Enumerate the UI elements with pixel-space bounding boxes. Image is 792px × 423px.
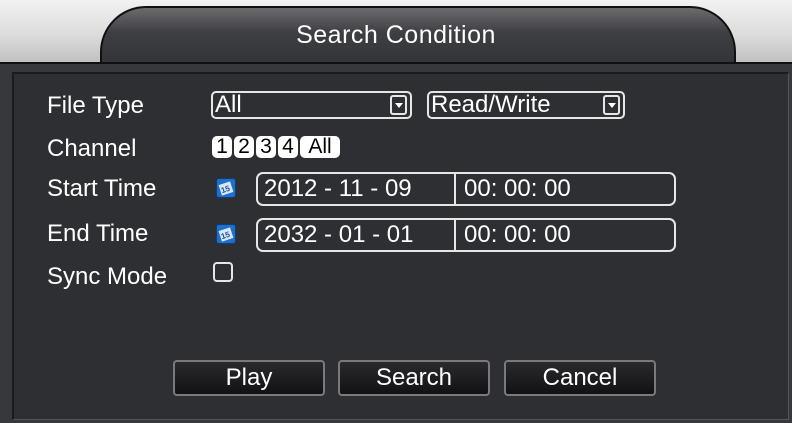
start-datetime-field[interactable]: 2012 - 11 - 09 00: 00: 00 xyxy=(256,172,676,206)
sync-mode-checkbox[interactable] xyxy=(213,262,233,282)
play-button[interactable]: Play xyxy=(173,360,325,396)
end-time-value[interactable]: 00: 00: 00 xyxy=(464,221,571,249)
file-type-label: File Type xyxy=(47,92,144,119)
title-bar: Search Condition xyxy=(0,0,792,64)
access-type-value: Read/Write xyxy=(431,91,551,118)
channel-4-button[interactable]: 4 xyxy=(278,136,298,158)
cancel-button[interactable]: Cancel xyxy=(504,360,656,396)
channel-all-button[interactable]: All xyxy=(300,136,340,158)
datetime-separator xyxy=(454,172,456,206)
dialog-title: Search Condition xyxy=(296,21,496,49)
end-time-label: End Time xyxy=(47,220,149,247)
channel-2-button[interactable]: 2 xyxy=(234,136,254,158)
search-condition-dialog: Search Condition File Type All Read/Writ… xyxy=(0,0,792,423)
end-date-value[interactable]: 2032 - 01 - 01 xyxy=(264,221,413,249)
start-time-label: Start Time xyxy=(47,175,157,202)
title-divider xyxy=(0,62,792,64)
channel-1-button[interactable]: 1 xyxy=(212,136,232,158)
chevron-down-icon[interactable] xyxy=(603,95,620,115)
channel-3-button[interactable]: 3 xyxy=(256,136,276,158)
channel-label: Channel xyxy=(47,135,137,162)
file-type-select[interactable]: All xyxy=(211,91,412,119)
datetime-separator xyxy=(454,218,456,252)
chevron-down-icon[interactable] xyxy=(390,95,407,115)
calendar-icon[interactable] xyxy=(216,178,236,198)
access-type-select[interactable]: Read/Write xyxy=(427,91,625,119)
file-type-value: All xyxy=(215,91,242,118)
calendar-icon[interactable] xyxy=(216,224,236,244)
start-date-value[interactable]: 2012 - 11 - 09 xyxy=(264,175,412,203)
sync-mode-label: Sync Mode xyxy=(47,263,168,290)
end-datetime-field[interactable]: 2032 - 01 - 01 00: 00: 00 xyxy=(256,218,676,252)
search-button[interactable]: Search xyxy=(338,360,490,396)
start-time-value[interactable]: 00: 00: 00 xyxy=(464,175,571,203)
